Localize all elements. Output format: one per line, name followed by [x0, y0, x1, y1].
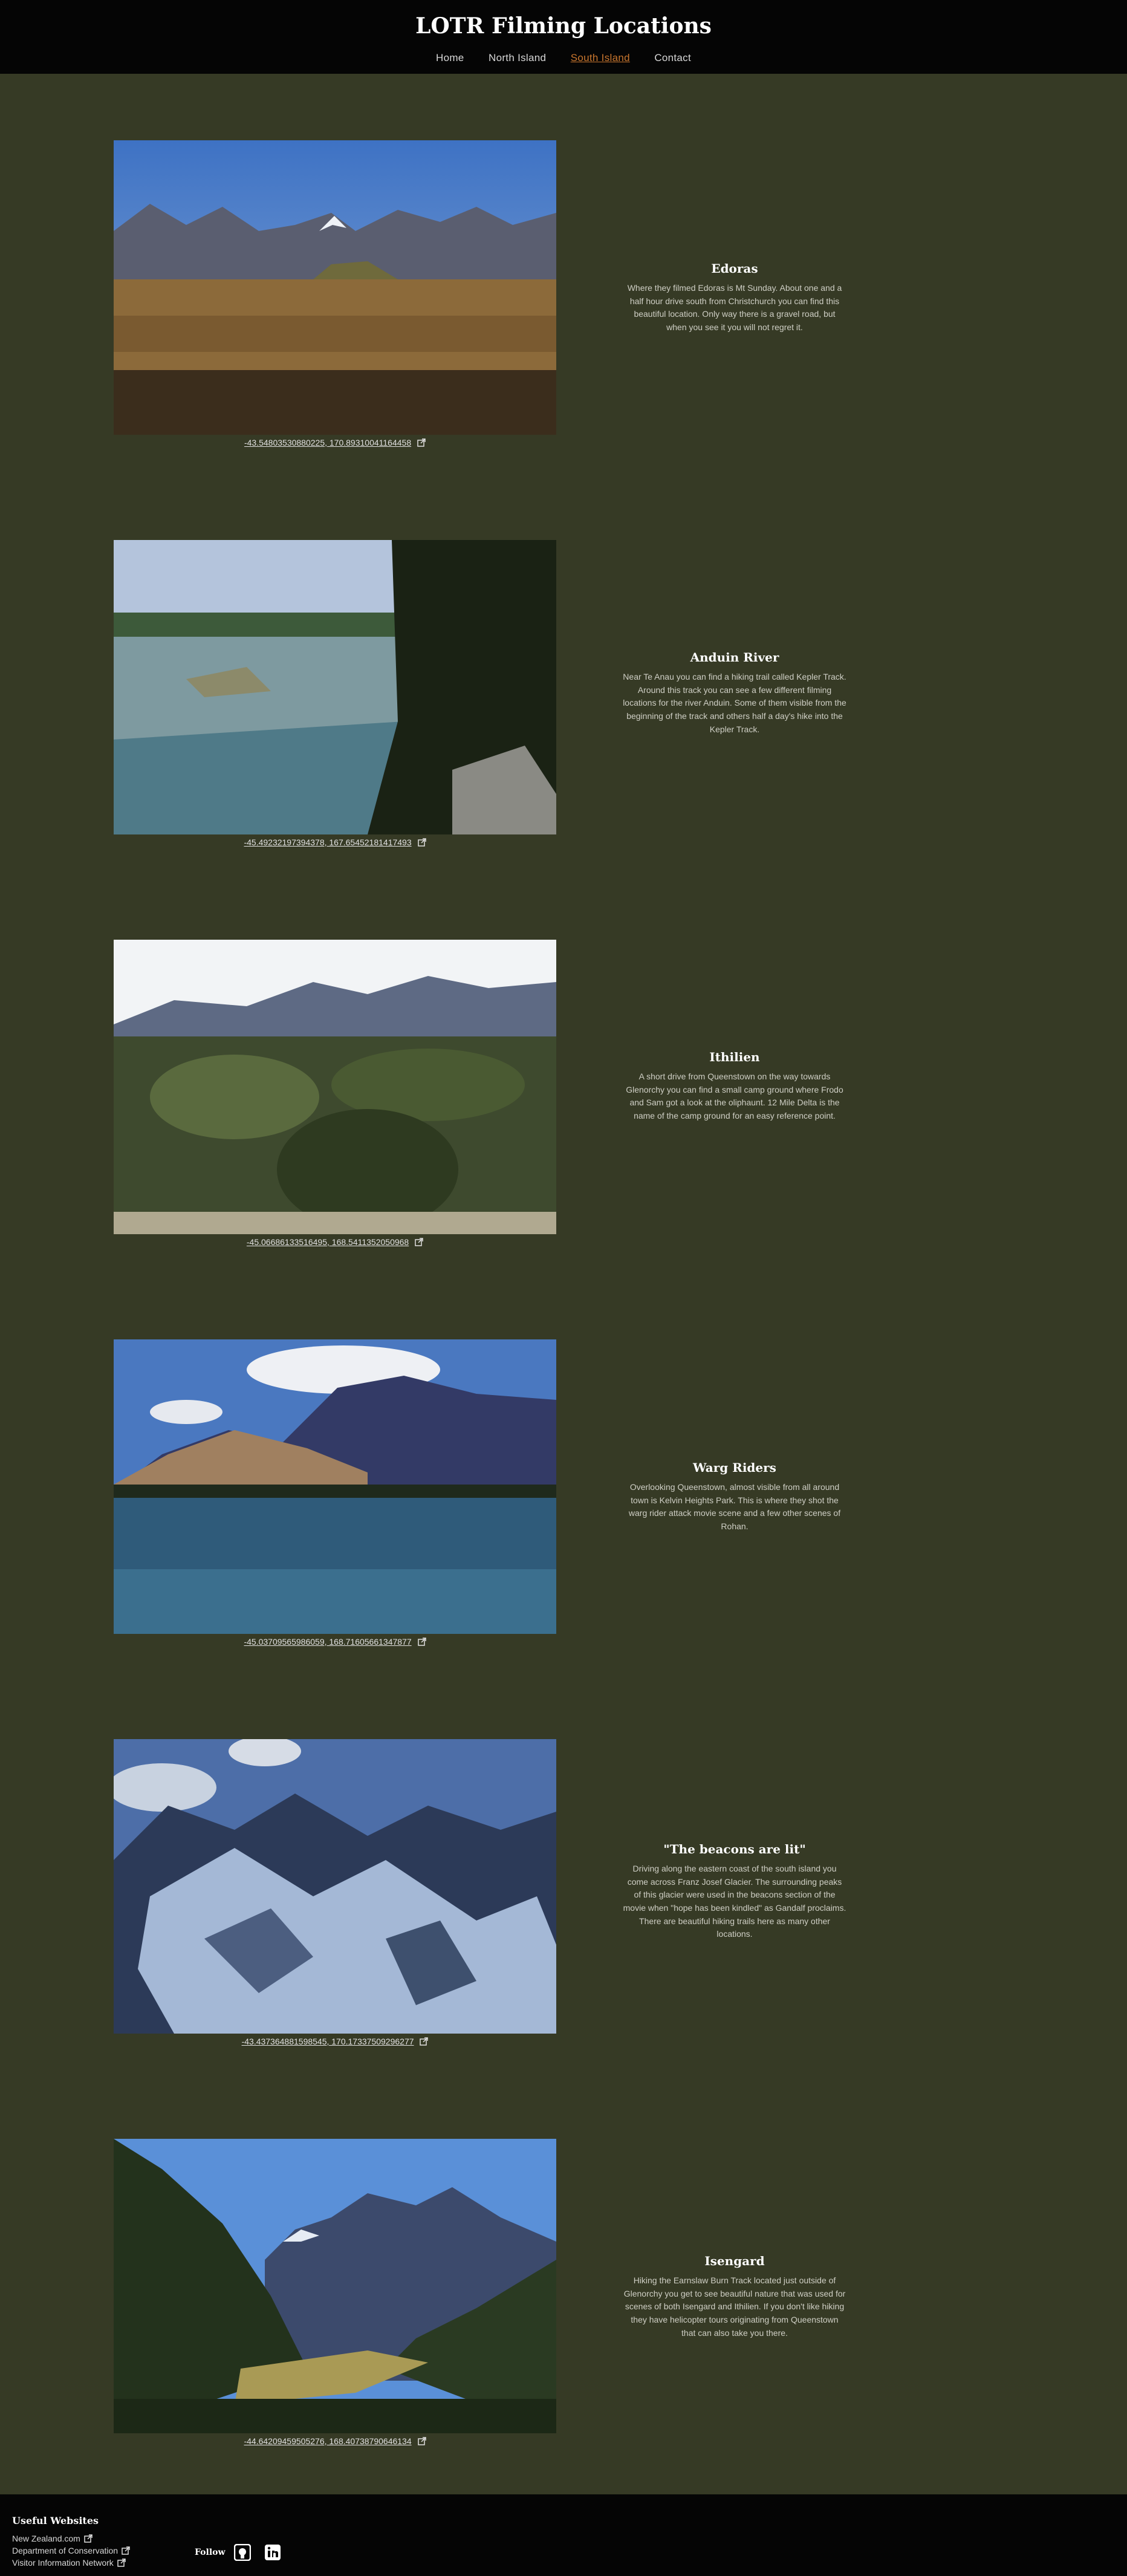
useful-websites: Useful Websites New Zealand.com Departme… — [12, 2515, 130, 2570]
external-link-icon — [417, 1638, 426, 1646]
location-description: Overlooking Queenstown, almost visible f… — [628, 1482, 841, 1532]
coordinates-link: -45.03709565986059, 168.71605661347877 — [114, 1637, 556, 1647]
location-title: Anduin River — [690, 650, 779, 665]
footer-link-doc[interactable]: Department of Conservation — [12, 2546, 130, 2555]
follow-links: Follow — [195, 2544, 294, 2561]
external-link-icon — [84, 2534, 93, 2543]
nav-north-island[interactable]: North Island — [489, 52, 546, 64]
location-text: Ithilien A short drive from Queenstown o… — [623, 1050, 846, 1123]
site-header: LOTR Filming Locations Home North Island… — [0, 0, 1127, 74]
coordinates-anchor[interactable]: -45.49232197394378, 167.65452181417493 — [244, 838, 411, 847]
location-isengard: -44.64209459505276, 168.40738790646134 I… — [0, 2139, 1127, 2465]
coordinates-link: -45.49232197394378, 167.65452181417493 — [114, 838, 556, 847]
location-photo — [114, 1739, 556, 2034]
coordinates-link: -43.54803530880225, 170.89310041164458 — [114, 438, 556, 447]
location-text: Isengard Hiking the Earnslaw Burn Track … — [623, 2254, 846, 2340]
footer-link-label: Department of Conservation — [12, 2546, 119, 2555]
github-icon[interactable] — [233, 2544, 251, 2561]
footer-link-visitor-info[interactable]: Visitor Information Network — [12, 2558, 130, 2568]
location-photo — [114, 540, 556, 834]
nav-south-island[interactable]: South Island — [571, 52, 630, 64]
location-text: Warg Riders Overlooking Queenstown, almo… — [623, 1460, 846, 1534]
footer-link-label: Visitor Information Network — [12, 2558, 114, 2568]
coordinates-link: -43.43736488159854​5, 170.17337509296277 — [114, 2037, 556, 2046]
location-edoras: -43.54803530880225, 170.89310041164458 E… — [0, 140, 1127, 467]
external-link-icon — [122, 2546, 130, 2555]
external-link-icon — [417, 838, 426, 847]
location-beacons: -43.43736488159854​5, 170.17337509296277… — [0, 1739, 1127, 2066]
coordinates-link: -45.06686133516495, 168.54113520509​68 — [114, 1237, 556, 1247]
footer-link-newzealand[interactable]: New Zealand.com — [12, 2534, 130, 2543]
location-anduin-river: -45.49232197394378, 167.65452181417493 A… — [0, 540, 1127, 867]
external-link-icon — [420, 2037, 429, 2046]
location-title: Edoras — [711, 261, 758, 276]
external-link-icon — [417, 438, 426, 447]
location-ithilien: -45.06686133516495, 168.54113520509​68 I… — [0, 940, 1127, 1266]
location-title: Ithilien — [709, 1050, 760, 1064]
location-photo — [114, 1339, 556, 1634]
location-title: Isengard — [704, 2254, 765, 2268]
location-title: "The beacons are lit" — [663, 1842, 806, 1856]
useful-websites-title: Useful Websites — [12, 2515, 99, 2526]
location-description: Near Te Anau you can find a hiking trail… — [623, 672, 846, 734]
external-link-icon — [117, 2558, 126, 2567]
footer-link-label: New Zealand.com — [12, 2534, 80, 2543]
location-photo — [114, 2139, 556, 2433]
location-description: Where they filmed Edoras is Mt Sunday. A… — [627, 283, 842, 333]
linkedin-icon[interactable] — [264, 2544, 281, 2561]
external-link-icon — [417, 2437, 426, 2445]
location-description: A short drive from Queenstown on the way… — [626, 1072, 843, 1121]
follow-label: Follow — [195, 2548, 226, 2557]
location-text: Edoras Where they filmed Edoras is Mt Su… — [623, 261, 846, 334]
main-nav: Home North Island South Island Contact — [0, 52, 1127, 64]
location-warg-riders: -45.03709565986059, 168.71605661347877 W… — [0, 1339, 1127, 1666]
coordinates-anchor[interactable]: -43.43736488159854​5, 170.17337509296277 — [242, 2037, 414, 2046]
location-photo — [114, 140, 556, 435]
coordinates-link: -44.64209459505276, 168.40738790646134 — [114, 2436, 556, 2446]
nav-contact[interactable]: Contact — [654, 52, 691, 64]
site-footer: Useful Websites New Zealand.com Departme… — [0, 2494, 1127, 2576]
locations-list: -43.54803530880225, 170.89310041164458 E… — [0, 74, 1127, 2494]
location-description: Driving along the eastern coast of the s… — [623, 1864, 846, 1939]
nav-home[interactable]: Home — [436, 52, 464, 64]
location-title: Warg Riders — [693, 1460, 776, 1475]
coordinates-anchor[interactable]: -45.06686133516495, 168.54113520509​68 — [247, 1237, 409, 1247]
coordinates-anchor[interactable]: -45.03709565986059, 168.71605661347877 — [244, 1637, 411, 1647]
location-photo — [114, 940, 556, 1234]
coordinates-anchor[interactable]: -43.54803530880225, 170.89310041164458 — [244, 438, 411, 447]
location-text: Anduin River Near Te Anau you can find a… — [623, 650, 846, 736]
location-description: Hiking the Earnslaw Burn Track located j… — [623, 2275, 846, 2338]
location-text: "The beacons are lit" Driving along the … — [623, 1842, 846, 1941]
coordinates-anchor[interactable]: -44.64209459505276, 168.40738790646134 — [244, 2436, 411, 2446]
external-link-icon — [415, 1238, 423, 1246]
site-title: LOTR Filming Locations — [415, 13, 712, 39]
